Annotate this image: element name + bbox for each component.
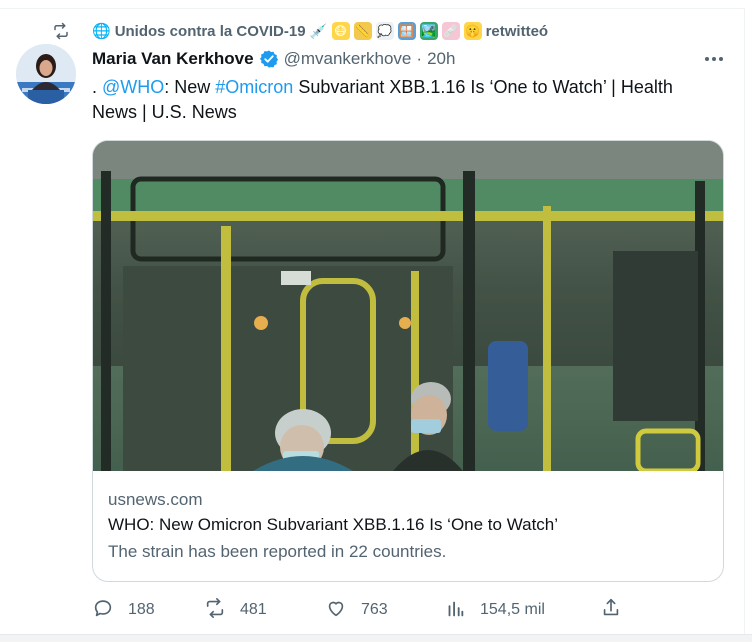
reply-count: 188 bbox=[128, 601, 155, 618]
card-title[interactable]: WHO: New Omicron Subvariant XBB.1.16 Is … bbox=[108, 515, 558, 535]
retweet-action-icon bbox=[204, 597, 226, 624]
thought-emoji: 💭 bbox=[375, 22, 394, 40]
bottom-divider bbox=[0, 634, 752, 642]
more-icon[interactable] bbox=[702, 50, 726, 68]
retweet-count: 481 bbox=[240, 601, 267, 618]
views-icon bbox=[444, 597, 466, 624]
retweeter-name[interactable]: Unidos contra la COVID-19 bbox=[115, 23, 306, 40]
heart-icon bbox=[325, 597, 347, 624]
reply-icon bbox=[92, 597, 114, 624]
views-count: 154,5 mil bbox=[480, 601, 545, 618]
retweet-suffix: retwitteó bbox=[485, 22, 549, 40]
verified-badge-icon bbox=[259, 49, 279, 69]
hashtag-link[interactable]: #Omicron bbox=[215, 77, 293, 97]
card-image[interactable] bbox=[93, 141, 723, 471]
mask-emoji: 😷 bbox=[331, 22, 350, 40]
retweet-context[interactable]: 🌐 Unidos contra la COVID-19 💉 😷 📏 💭 🪟 🏞️… bbox=[50, 20, 548, 42]
bandage-emoji: 🩹 bbox=[441, 22, 460, 40]
retweet-icon bbox=[50, 20, 72, 42]
mention-link[interactable]: @WHO bbox=[102, 77, 164, 97]
share-button[interactable] bbox=[600, 598, 622, 622]
divider-top bbox=[0, 8, 745, 9]
window-emoji: 🪟 bbox=[397, 22, 416, 40]
tweet-time[interactable]: 20h bbox=[427, 49, 455, 69]
author-handle[interactable]: @mvankerkhove bbox=[284, 49, 412, 69]
tweet-page: 🌐 Unidos contra la COVID-19 💉 😷 📏 💭 🪟 🏞️… bbox=[0, 0, 752, 642]
ruler-emoji: 📏 bbox=[353, 22, 372, 40]
link-card[interactable]: usnews.com WHO: New Omicron Subvariant X… bbox=[92, 140, 724, 582]
syringe-emoji: 💉 bbox=[309, 22, 328, 40]
card-domain[interactable]: usnews.com bbox=[108, 490, 202, 510]
divider-right bbox=[744, 8, 745, 642]
tweet-text-mid: : New bbox=[164, 77, 216, 97]
retweet-label[interactable]: 🌐 Unidos contra la COVID-19 💉 😷 📏 💭 🪟 🏞️… bbox=[92, 22, 548, 40]
avatar[interactable] bbox=[16, 44, 76, 104]
author-name[interactable]: Maria Van Kerkhove bbox=[92, 49, 254, 69]
share-icon bbox=[600, 597, 622, 624]
tweet-text-lead: . bbox=[92, 77, 103, 97]
landscape-emoji: 🏞️ bbox=[419, 22, 438, 40]
like-count: 763 bbox=[361, 601, 388, 618]
header-separator: · bbox=[416, 49, 423, 68]
shush-emoji: 🤫 bbox=[463, 22, 482, 40]
tweet-header: Maria Van Kerkhove @mvankerkhove · 20h bbox=[92, 48, 455, 70]
retweet-button[interactable]: 481 bbox=[204, 597, 267, 624]
tweet-text: . @WHO: New #Omicron Subvariant XBB.1.16… bbox=[92, 75, 722, 125]
card-description: The strain has been reported in 22 count… bbox=[108, 542, 447, 561]
tweet-actions: 188 481 763 154,5 mil bbox=[92, 597, 632, 624]
reply-button[interactable]: 188 bbox=[92, 598, 155, 622]
like-button[interactable]: 763 bbox=[325, 598, 388, 622]
retweet-prefix-emoji: 🌐 bbox=[92, 23, 111, 40]
views-button[interactable]: 154,5 mil bbox=[444, 598, 545, 622]
